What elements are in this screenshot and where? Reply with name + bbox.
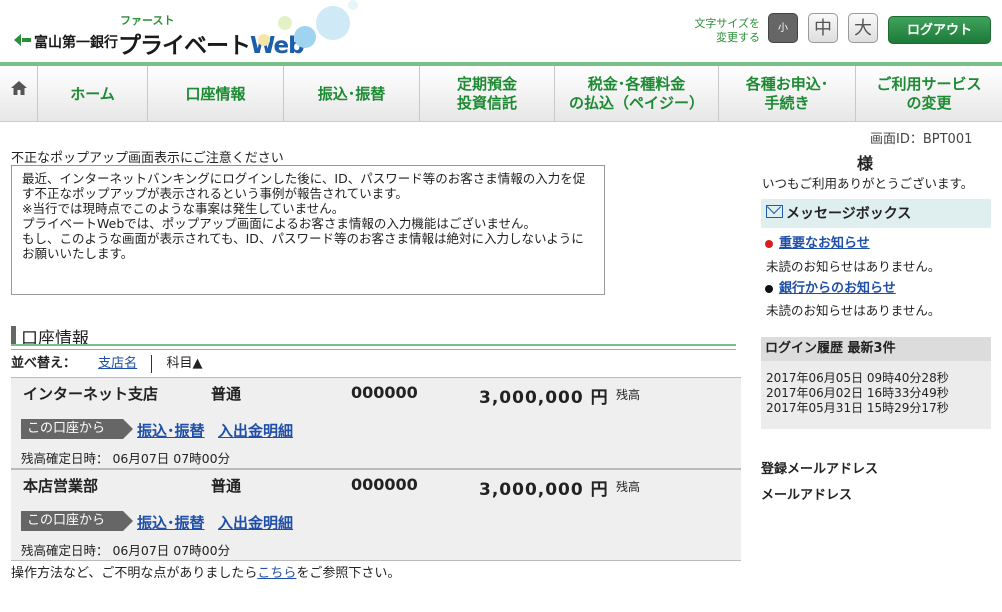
notice-title: 不正なポップアップ画面表示にご注意ください [11,151,284,166]
account-type: 普通 [211,477,242,495]
nav-item-home[interactable]: ホーム [38,66,148,122]
login-history-item: 2017年05月31日 15時29分17秒 [766,401,949,415]
header: 富山第一銀行 ファースト プライベートWeb 文字サイズを 変更する 小 中 大… [0,0,1002,62]
nav-item-transfer[interactable]: 振込･振替 [284,66,420,122]
account-number: 000000 [351,383,418,402]
nav-item-service-change[interactable]: ご利用サービス の変更 [856,66,1002,122]
bank-name: 富山第一銀行 [34,35,118,51]
message-box-header: メッセージボックス [761,199,991,228]
important-notice-link[interactable]: 重要なお知らせ [779,236,870,251]
statement-link[interactable]: 入出金明細 [218,420,293,441]
black-dot-icon [765,284,773,293]
nav-item-payeasy[interactable]: 税金･各種料金 の払込（ペイジー） [555,66,719,122]
nav-home-icon[interactable] [0,66,38,122]
account-branch: 本店営業部 [23,477,99,495]
statement-link[interactable]: 入出金明細 [218,512,293,533]
balance-confirmed-time: 残高確定日時： 06月07日 07時00分 [21,451,231,466]
account-row: インターネット支店 普通 000000 3,000,000 円 残高 この口座か… [11,377,741,469]
transfer-link[interactable]: 振込･振替 [137,512,205,533]
balance-label: 残高 [616,480,641,494]
nav-item-account-info[interactable]: 口座情報 [148,66,284,122]
sort-by-subject[interactable]: 科目▲ [166,356,202,371]
sort-by-branch-link[interactable]: 支店名 [98,356,137,371]
account-number: 000000 [351,475,418,494]
login-history-item: 2017年06月05日 09時40分28秒 [766,371,949,385]
balance-label: 残高 [616,388,641,402]
sort-label: 並べ替え： [11,356,77,371]
greeting-message: いつもご利用ありがとうございます。 [762,176,974,191]
notice-line: もし、このような画面が表示されても、ID、パスワード等のお客さま情報は絶対に入力… [22,231,584,261]
notice-line: ※当行では現時点でこのような事案は発生していません。 [22,201,345,216]
important-notice-item: 重要なお知らせ [765,232,870,251]
screen-id: 画面ID：BPT001 [870,132,973,147]
font-size-label: 文字サイズを 変更する [694,17,760,44]
nav-item-applications[interactable]: 各種お申込･ 手続き [719,66,856,122]
important-notice-status: 未読のお知らせはありません。 [766,259,941,274]
font-size-large-button[interactable]: 大 [848,13,878,43]
login-history-item: 2017年06月02日 16時33分49秒 [766,386,949,400]
notice-line: 最近、インターネットバンキングにログインした後に、ID、パスワード等のお客さま情… [22,171,586,201]
nav-item-deposit-investment[interactable]: 定期預金 投資信託 [420,66,555,122]
message-box-title: メッセージボックス [786,206,912,222]
home-icon [10,81,27,95]
bank-logo-mark-icon [14,34,31,46]
transfer-link[interactable]: 振込･振替 [137,420,205,441]
notice-line: プライベートWebでは、ポップアップ画面によるお客さま情報の入力機能はございませ… [22,216,537,231]
from-this-account-tag: この口座から [21,419,133,439]
bank-notice-status: 未読のお知らせはありません。 [766,303,941,318]
registered-email-label: 登録メールアドレス [761,462,879,477]
decorative-bubbles [228,0,368,60]
bank-notice-link[interactable]: 銀行からのお知らせ [779,281,896,296]
email-address: メールアドレス [761,488,853,503]
font-size-medium-button[interactable]: 中 [808,13,838,43]
logout-button[interactable]: ログアウト [888,16,991,44]
account-branch: インターネット支店 [23,385,159,403]
help-link[interactable]: こちら [257,566,296,581]
envelope-icon [766,205,783,218]
account-row: 本店営業部 普通 000000 3,000,000 円 残高 この口座から 振込… [11,469,741,561]
customer-name: 様 [857,154,874,173]
global-nav: ホーム 口座情報 振込･振替 定期預金 投資信託 税金･各種料金 の払込（ペイジー）… [0,62,1002,122]
notice-box: 最近、インターネットバンキングにログインした後に、ID、パスワード等のお客さま情… [11,165,605,295]
help-note: 操作方法など、ご不明な点がありましたらこちらをご参照下さい。 [11,566,401,581]
account-info-heading: 口座情報 [11,324,736,350]
account-type: 普通 [211,385,242,403]
login-history-list: 2017年06月05日 09時40分28秒 2017年06月02日 16時33分… [761,361,991,429]
account-balance: 3,000,000 円 [479,388,609,408]
balance-confirmed-time: 残高確定日時： 06月07日 07時00分 [21,543,231,558]
bank-notice-item: 銀行からのお知らせ [765,277,896,296]
sort-bar: 並べ替え： 支店名 科目▲ [11,352,202,373]
account-balance: 3,000,000 円 [479,480,609,500]
font-size-small-button[interactable]: 小 [768,13,798,43]
from-this-account-tag: この口座から [21,511,133,531]
red-dot-icon [765,239,773,248]
login-history-title: ログイン履歴 最新3件 [761,337,991,361]
